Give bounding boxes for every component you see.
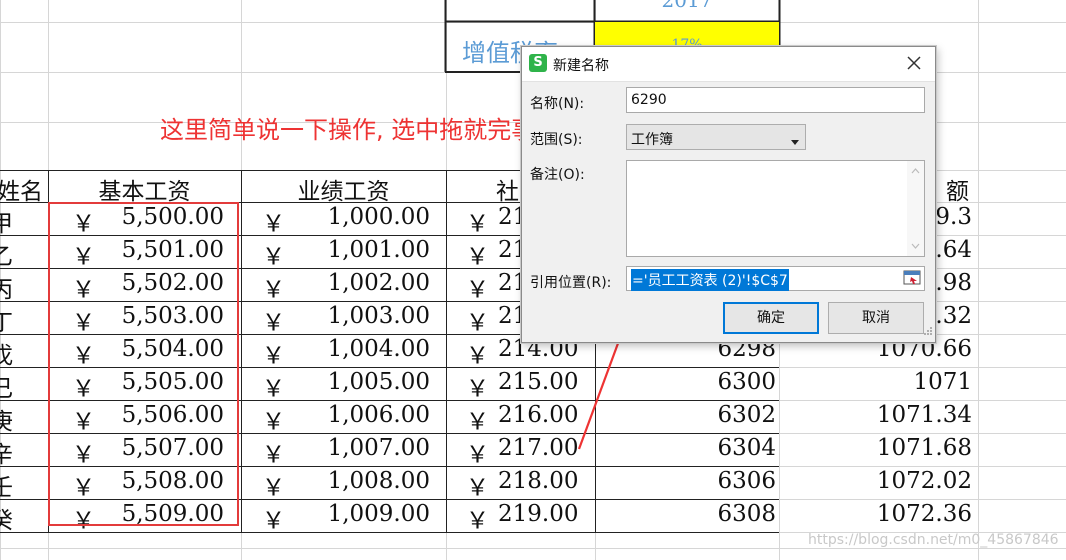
currency-symbol[interactable]: ￥ (262, 435, 286, 469)
currency-symbol[interactable]: ￥ (262, 336, 286, 370)
number-cell[interactable]: 6308 (596, 501, 776, 527)
app-logo-icon: S (529, 54, 547, 72)
currency-symbol[interactable]: ￥ (466, 402, 490, 436)
name-cell[interactable]: 乙 (0, 237, 46, 271)
name-cell[interactable]: 壬 (0, 468, 46, 502)
currency-symbol[interactable]: ￥ (466, 237, 490, 271)
performance-salary-cell[interactable]: 1,000.00 (286, 204, 430, 230)
column-header[interactable]: 姓名 (0, 172, 48, 206)
performance-salary-cell[interactable]: 1,008.00 (286, 468, 430, 494)
name-cell[interactable]: 戊 (0, 336, 46, 370)
scope-select[interactable]: 工作簿 (626, 124, 806, 150)
chevron-down-icon (791, 134, 799, 150)
currency-symbol[interactable]: ￥ (262, 204, 286, 238)
comment-label: 备注(O): (530, 167, 585, 183)
currency-symbol[interactable]: ￥ (262, 237, 286, 271)
name-input-value: 6290 (631, 92, 667, 108)
currency-symbol[interactable]: ￥ (262, 501, 286, 535)
currency-symbol[interactable]: ￥ (466, 468, 490, 502)
performance-salary-cell[interactable]: 1,007.00 (286, 435, 430, 461)
performance-salary-cell[interactable]: 1,006.00 (286, 402, 430, 428)
reference-value: ='员工工资表 (2)'!$C$7 (631, 269, 789, 291)
name-cell[interactable]: 丙 (0, 270, 46, 304)
dialog-title: 新建名称 (553, 58, 609, 74)
currency-symbol[interactable]: ￥ (262, 468, 286, 502)
comment-textarea[interactable] (626, 160, 925, 257)
selection-highlight-box (48, 202, 239, 526)
name-cell[interactable]: 癸 (0, 501, 46, 535)
tax-amount-cell[interactable]: 1071.34 (780, 402, 972, 428)
cancel-button[interactable]: 取消 (828, 302, 924, 334)
number-cell[interactable]: 6306 (596, 468, 776, 494)
currency-symbol[interactable]: ￥ (466, 369, 490, 403)
year-value: 2017 (661, 0, 713, 12)
social-security-cell[interactable]: 219.00 (498, 501, 588, 527)
performance-salary-cell[interactable]: 1,005.00 (286, 369, 430, 395)
reference-label: 引用位置(R): (530, 275, 612, 291)
tax-amount-cell[interactable]: 1071 (780, 369, 972, 395)
currency-symbol[interactable]: ￥ (466, 435, 490, 469)
scope-label: 范围(S): (530, 132, 583, 148)
currency-symbol[interactable]: ￥ (466, 336, 490, 370)
name-cell[interactable]: 甲 (0, 204, 46, 238)
range-select-icon[interactable] (903, 270, 921, 290)
name-cell[interactable]: 己 (0, 369, 46, 403)
reference-input[interactable]: ='员工工资表 (2)'!$C$7 (626, 266, 925, 291)
close-icon[interactable] (904, 53, 924, 73)
number-cell[interactable]: 6302 (596, 402, 776, 428)
social-security-cell[interactable]: 218.00 (498, 468, 588, 494)
column-header[interactable]: 基本工资 (48, 172, 241, 206)
performance-salary-cell[interactable]: 1,003.00 (286, 303, 430, 329)
tax-amount-cell[interactable]: 1072.02 (780, 468, 972, 494)
dialog-title-bar[interactable]: S 新建名称 (522, 47, 935, 82)
tax-amount-cell[interactable]: 1072.36 (780, 501, 972, 527)
currency-symbol[interactable]: ￥ (262, 303, 286, 337)
social-security-cell[interactable]: 217.00 (498, 435, 588, 461)
performance-salary-cell[interactable]: 1,001.00 (286, 237, 430, 263)
tax-amount-cell[interactable]: 1071.68 (780, 435, 972, 461)
new-name-dialog[interactable]: S 新建名称 名称(N): 6290 范围(S): 工作簿 备注(O): 引用位… (521, 46, 936, 343)
name-cell[interactable]: 辛 (0, 435, 46, 469)
currency-symbol[interactable]: ￥ (466, 303, 490, 337)
currency-symbol[interactable]: ￥ (466, 501, 490, 535)
performance-salary-cell[interactable]: 1,004.00 (286, 336, 430, 362)
name-input[interactable]: 6290 (626, 87, 925, 113)
watermark-text: https://blog.csdn.net/m0_45867846 (808, 532, 1059, 548)
currency-symbol[interactable]: ￥ (466, 204, 490, 238)
currency-symbol[interactable]: ￥ (262, 369, 286, 403)
name-cell[interactable]: 庚 (0, 402, 46, 436)
name-label: 名称(N): (530, 96, 585, 112)
scroll-arrows-icon (911, 168, 920, 249)
resize-grip-icon[interactable] (923, 324, 933, 340)
currency-symbol[interactable]: ￥ (466, 270, 490, 304)
number-cell[interactable]: 6300 (596, 369, 776, 395)
scope-select-value: 工作簿 (631, 132, 673, 148)
comment-scrollbar[interactable] (907, 161, 924, 256)
number-cell[interactable]: 6304 (596, 435, 776, 461)
social-security-cell[interactable]: 216.00 (498, 402, 588, 428)
currency-symbol[interactable]: ￥ (262, 270, 286, 304)
annotation-text: 这里简单说一下操作, 选中拖就完事 (160, 116, 536, 144)
column-header[interactable]: 业绩工资 (241, 172, 446, 206)
performance-salary-cell[interactable]: 1,002.00 (286, 270, 430, 296)
social-security-cell[interactable]: 215.00 (498, 369, 588, 395)
name-cell[interactable]: 丁 (0, 303, 46, 337)
performance-salary-cell[interactable]: 1,009.00 (286, 501, 430, 527)
currency-symbol[interactable]: ￥ (262, 402, 286, 436)
ok-button[interactable]: 确定 (723, 302, 819, 334)
